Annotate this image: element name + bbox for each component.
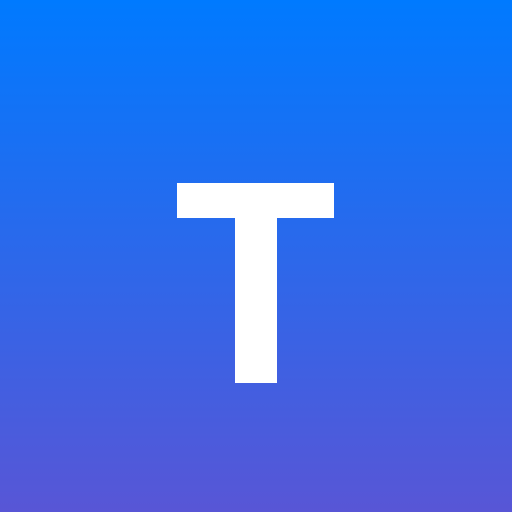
letter-t-glyph: T xyxy=(177,183,334,383)
letter-t-stem xyxy=(235,183,277,383)
app-icon-tile: T xyxy=(0,0,512,512)
